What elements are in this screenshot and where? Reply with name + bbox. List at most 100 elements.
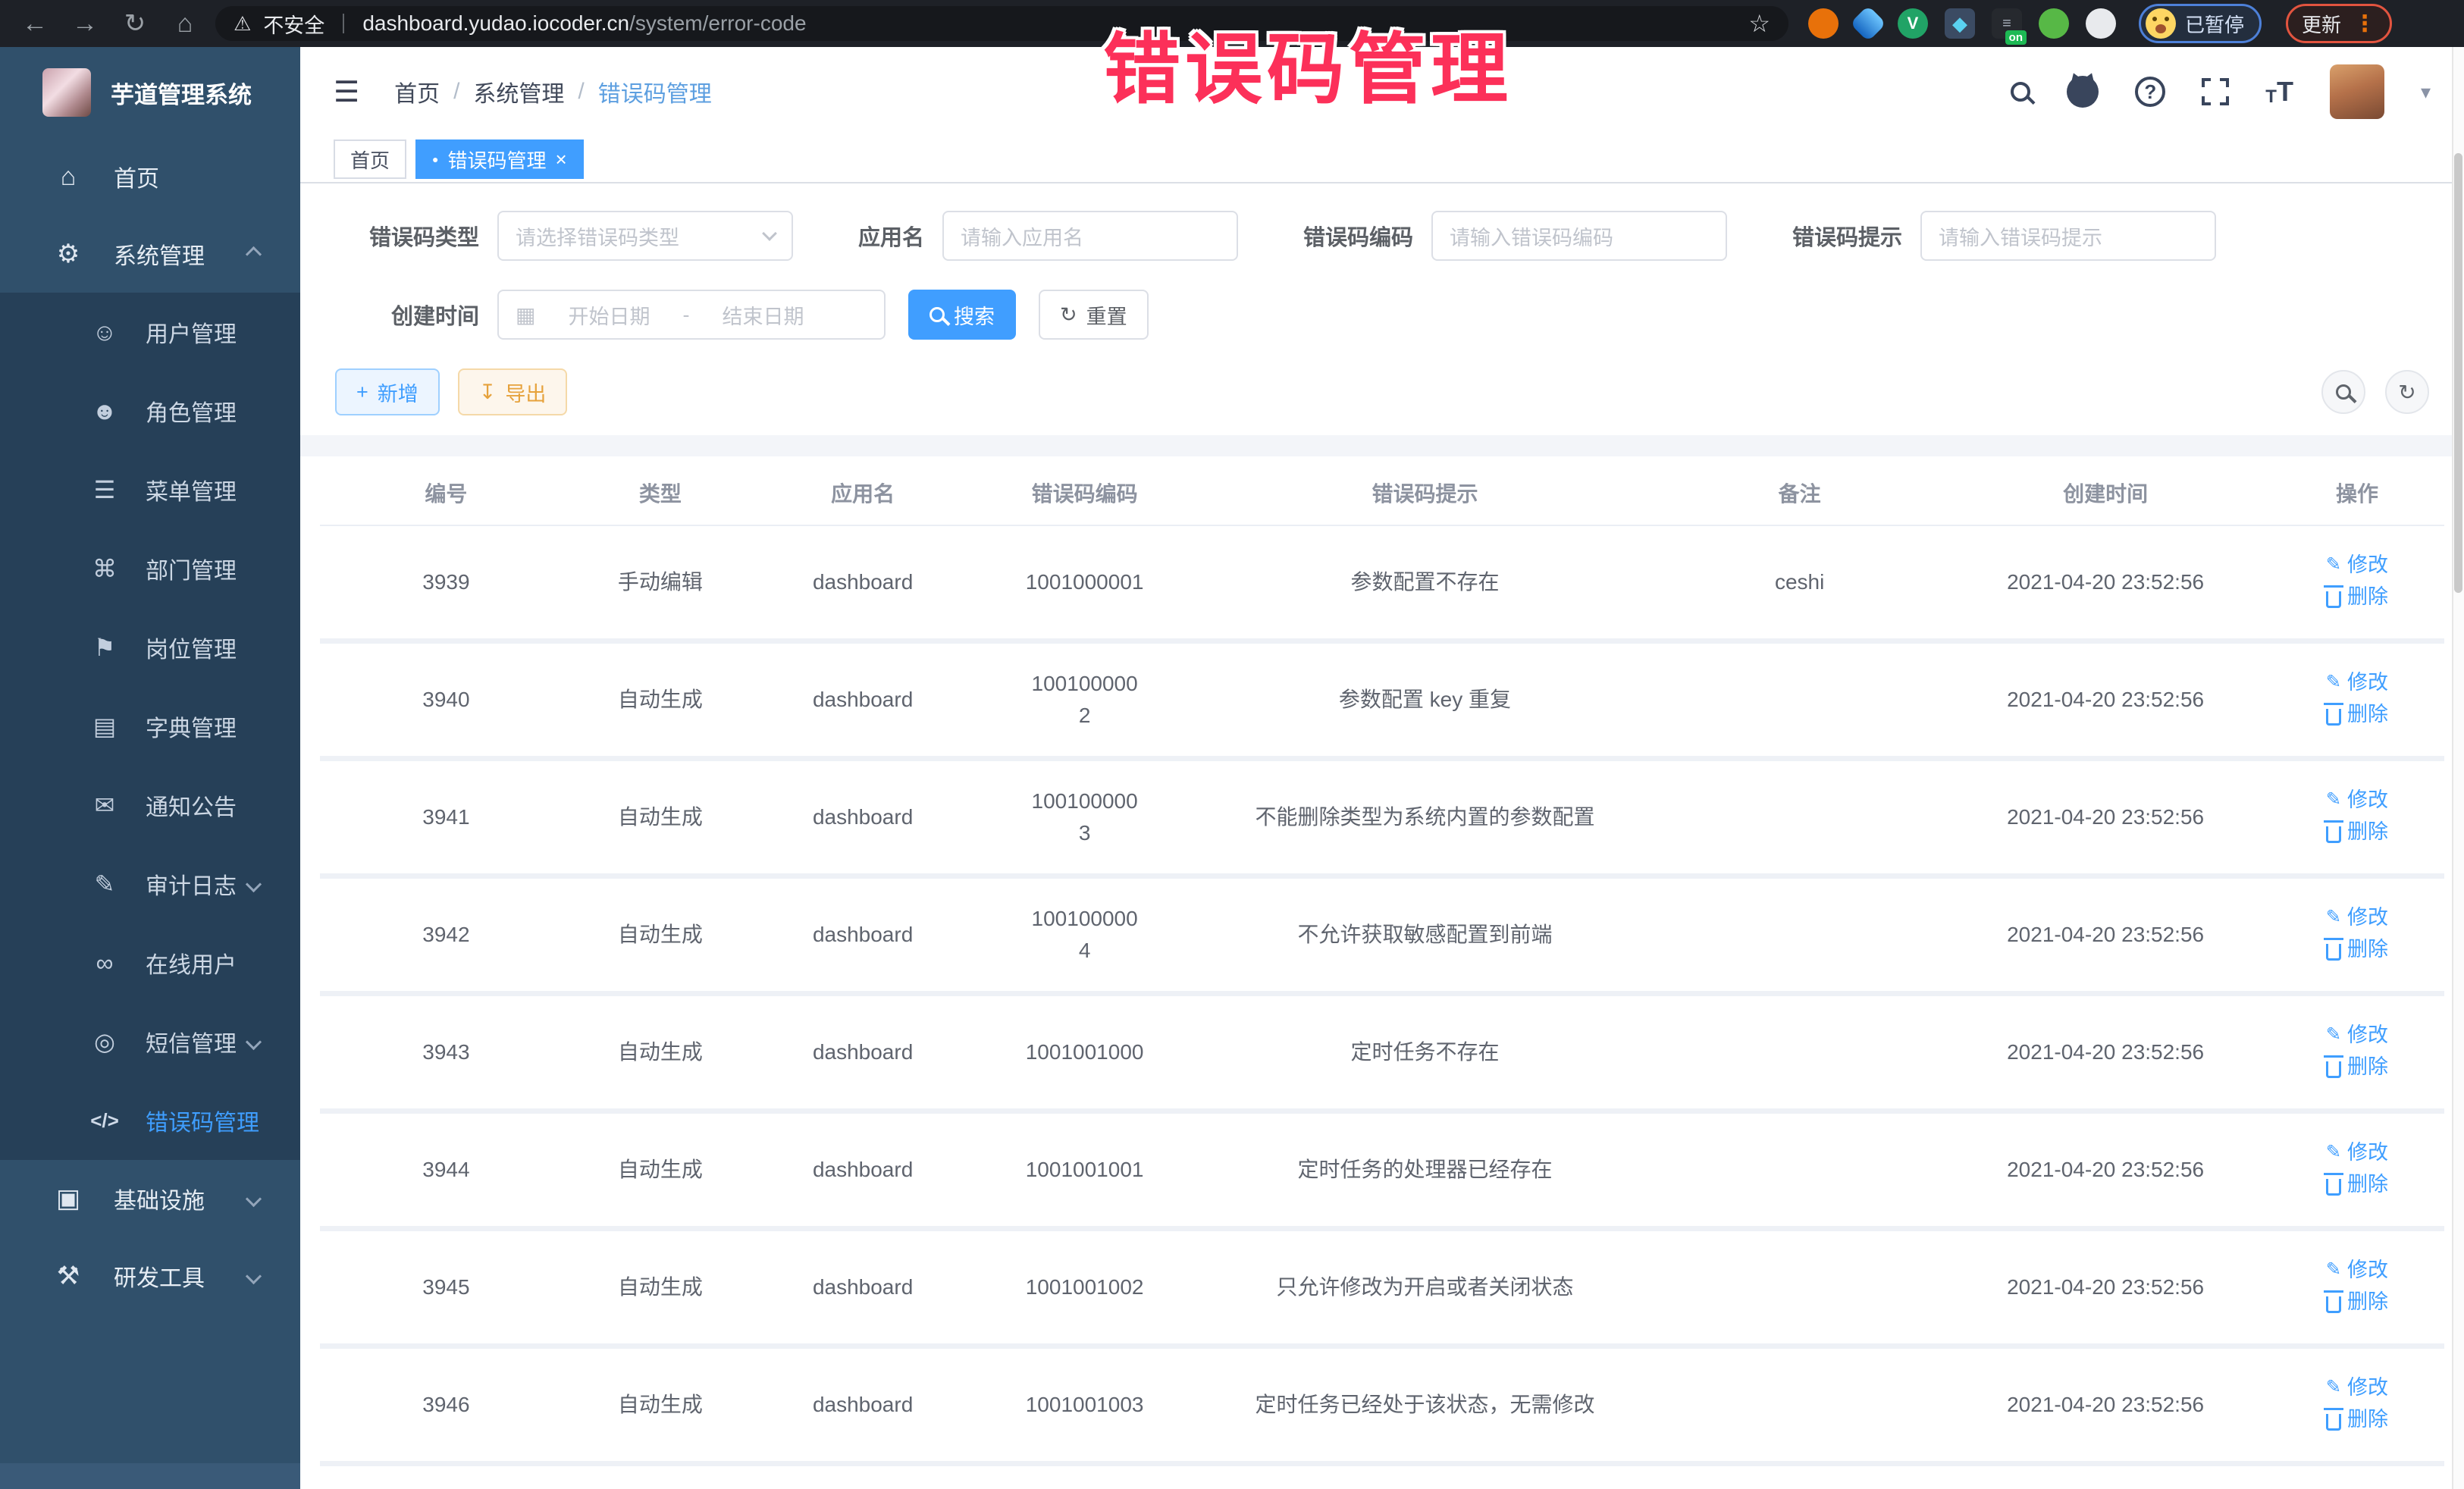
user-avatar[interactable] xyxy=(2330,64,2384,119)
cell-remark xyxy=(1658,994,1941,1111)
sidebar-item-label: 菜单管理 xyxy=(146,473,237,506)
edit-link[interactable]: ✎修改 xyxy=(2326,666,2388,698)
extension-icon[interactable] xyxy=(1850,5,1886,42)
export-button[interactable]: ↧ 导出 xyxy=(458,368,568,415)
edit-link[interactable]: ✎修改 xyxy=(2326,1136,2388,1168)
edit-link[interactable]: ✎修改 xyxy=(2326,1371,2388,1403)
search-icon[interactable] xyxy=(2011,82,2030,102)
sidebar-item-sms[interactable]: ◎ 短信管理 xyxy=(0,1002,300,1081)
delete-link[interactable]: 删除 xyxy=(2326,581,2388,613)
sidebar-item-users[interactable]: ☺ 用户管理 xyxy=(0,293,300,371)
sidebar-item-label: 在线用户 xyxy=(146,946,237,980)
extension-icon[interactable] xyxy=(1808,8,1839,39)
edit-link[interactable]: ✎修改 xyxy=(2326,901,2388,933)
edit-link[interactable]: ✎修改 xyxy=(2326,1019,2388,1051)
cell-app: dashboard xyxy=(748,1229,978,1346)
sidebar-item-label: 首页 xyxy=(114,160,159,193)
cell-actions: ✎修改删除 xyxy=(2270,525,2444,641)
sidebar-item-dicts[interactable]: ▤ 字典管理 xyxy=(0,687,300,766)
sidebar-item-posts[interactable]: ⚑ 岗位管理 xyxy=(0,608,300,687)
browser-home-icon[interactable]: ⌂ xyxy=(165,5,205,42)
trash-icon xyxy=(2326,591,2341,608)
extension-icon[interactable]: ≡on xyxy=(1992,8,2022,39)
delete-link[interactable]: 删除 xyxy=(2326,1051,2388,1083)
edit-link[interactable]: ✎修改 xyxy=(2326,1254,2388,1286)
error-type-select[interactable]: 请选择错误码类型 xyxy=(497,211,793,261)
cell-actions: ✎修改删除 xyxy=(2270,994,2444,1111)
github-icon[interactable] xyxy=(2067,76,2099,108)
refresh-table-button[interactable]: ↻ xyxy=(2385,370,2429,414)
date-range-picker[interactable]: ▦ 开始日期 - 结束日期 xyxy=(497,290,886,340)
sidebar-item-infrastructure[interactable]: ▣ 基础设施 xyxy=(0,1160,300,1237)
sidebar-item-dev-tools[interactable]: ⚒ 研发工具 xyxy=(0,1237,300,1315)
breadcrumb-home[interactable]: 首页 xyxy=(394,75,440,108)
search-button[interactable]: 搜索 xyxy=(908,290,1016,340)
add-button[interactable]: + 新增 xyxy=(335,368,440,415)
toggle-search-button[interactable] xyxy=(2321,370,2365,414)
sidebar-item-roles[interactable]: ☻ 角色管理 xyxy=(0,371,300,450)
hamburger-icon[interactable]: ☰ xyxy=(334,75,359,109)
edit-link[interactable]: ✎修改 xyxy=(2326,549,2388,581)
fullscreen-icon[interactable] xyxy=(2202,78,2229,105)
extensions-row: V ◆ ≡on xyxy=(1808,8,2116,39)
delete-link[interactable]: 删除 xyxy=(2326,1403,2388,1435)
sidebar-item-home[interactable]: ⌂ 首页 xyxy=(0,138,300,215)
sidebar-item-menus[interactable]: ☰ 菜单管理 xyxy=(0,450,300,529)
app-name-input[interactable]: 请输入应用名 xyxy=(942,211,1238,261)
extension-icon[interactable]: V xyxy=(1898,8,1928,39)
delete-link[interactable]: 删除 xyxy=(2326,816,2388,848)
breadcrumb-system[interactable]: 系统管理 xyxy=(473,75,564,108)
table-toolbar: + 新增 ↧ 导出 ↻ xyxy=(335,368,2429,415)
browser-reload-icon[interactable]: ↻ xyxy=(115,5,155,42)
bookmark-star-icon[interactable]: ☆ xyxy=(1748,9,1770,38)
tab-error-code[interactable]: ● 错误码管理 × xyxy=(415,139,584,179)
sidebar-item-error-code[interactable]: </> 错误码管理 xyxy=(0,1081,300,1160)
browser-profile-chip[interactable]: 已暂停 xyxy=(2139,4,2262,43)
col-type: 类型 xyxy=(572,461,748,525)
cell-remark xyxy=(1658,1464,1941,1489)
browser-forward-icon[interactable]: → xyxy=(65,5,105,42)
fs-corner xyxy=(2220,78,2229,87)
error-code-input[interactable]: 请输入错误码编码 xyxy=(1431,211,1727,261)
search-icon xyxy=(929,307,945,322)
fs-corner xyxy=(2202,78,2211,87)
delete-link[interactable]: 删除 xyxy=(2326,1168,2388,1200)
edit-icon: ✎ xyxy=(2326,1019,2341,1051)
browser-menu-icon[interactable]: ⋮ xyxy=(2353,11,2376,37)
app-title: 芋道管理系统 xyxy=(111,76,252,110)
sidebar-collapse-bar[interactable] xyxy=(0,1463,300,1489)
page-content: 错误码类型 请选择错误码类型 应用名 请输入应用名 错误码编码 请输入错误码编码 xyxy=(300,183,2464,1489)
extension-icon[interactable]: ◆ xyxy=(1945,8,1975,39)
reset-button[interactable]: ↻ 重置 xyxy=(1039,290,1149,340)
delete-link[interactable]: 删除 xyxy=(2326,1286,2388,1318)
cell-type: 自动生成 xyxy=(572,1111,748,1229)
tab-home[interactable]: 首页 xyxy=(334,139,406,179)
close-icon[interactable]: × xyxy=(556,148,567,171)
sidebar-item-online-users[interactable]: ∞ 在线用户 xyxy=(0,923,300,1002)
font-size-icon[interactable]: TT xyxy=(2265,76,2293,108)
cell-code: 1001000001 xyxy=(977,525,1191,641)
avatar-caret-icon[interactable]: ▾ xyxy=(2421,80,2431,104)
browser-update-button[interactable]: 更新 ⋮ xyxy=(2286,4,2392,43)
address-bar[interactable]: ⚠ 不安全 dashboard.yudao.iocoder.cn/system/… xyxy=(215,6,1788,41)
delete-link[interactable]: 删除 xyxy=(2326,698,2388,730)
edit-icon: ✎ xyxy=(2326,901,2341,933)
sidebar-item-departments[interactable]: ⌘ 部门管理 xyxy=(0,529,300,608)
page-scrollbar[interactable] xyxy=(2452,47,2464,1489)
scrollbar-thumb[interactable] xyxy=(2454,153,2462,593)
edit-icon: ✎ xyxy=(2326,1371,2341,1403)
extension-icon[interactable] xyxy=(2039,8,2069,39)
edit-link[interactable]: ✎修改 xyxy=(2326,784,2388,816)
delete-link[interactable]: 删除 xyxy=(2326,933,2388,965)
sidebar-item-audit-log[interactable]: ✎ 审计日志 xyxy=(0,845,300,923)
sidebar-item-label: 研发工具 xyxy=(114,1259,205,1293)
error-msg-input[interactable]: 请输入错误码提示 xyxy=(1920,211,2216,261)
table-row: 3939 手动编辑 dashboard 1001000001 参数配置不存在 c… xyxy=(320,525,2444,641)
browser-back-icon[interactable]: ← xyxy=(15,5,55,42)
sidebar-item-notices[interactable]: ✉ 通知公告 xyxy=(0,766,300,845)
extensions-puzzle-icon[interactable] xyxy=(2086,8,2116,39)
sidebar-item-label: 部门管理 xyxy=(146,552,237,585)
cell-type: 自动生成 xyxy=(572,1229,748,1346)
help-icon[interactable]: ? xyxy=(2135,77,2165,107)
sidebar-item-system[interactable]: ⚙ 系统管理 xyxy=(0,215,300,293)
